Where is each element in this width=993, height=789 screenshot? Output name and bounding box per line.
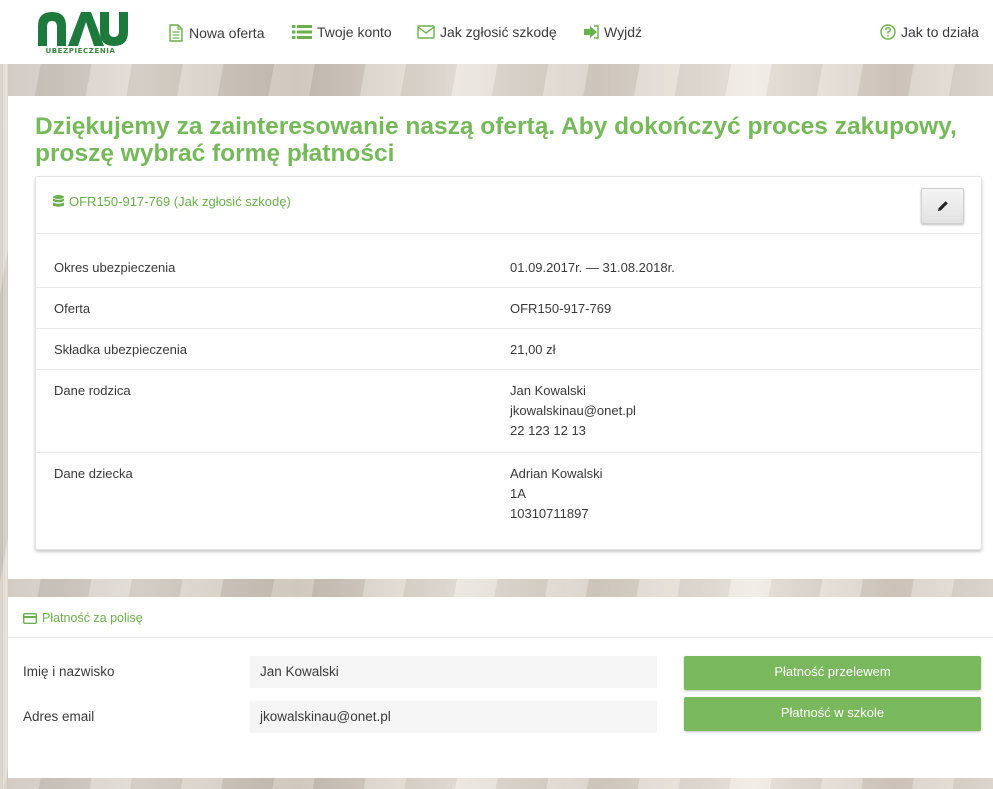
row-value: 21,00 zł (510, 340, 556, 360)
brand-wordmark: UBEZPIECZENIA (45, 47, 116, 55)
divider (8, 637, 993, 638)
database-icon (53, 195, 64, 207)
row-value: Jan Kowalski jkowalskinau@onet.pl 22 123… (510, 381, 636, 441)
envelope-icon (417, 25, 435, 39)
pay-by-transfer-button[interactable]: Płatność przelewem (684, 656, 981, 690)
email-field[interactable]: jkowalskinau@onet.pl (250, 701, 657, 733)
nav-new-offer-label: Nowa oferta (189, 25, 265, 41)
offer-card-header: OFR150-917-769 (Jak zgłosić szkodę) (53, 194, 291, 209)
background-photo (0, 778, 993, 789)
brand-logo[interactable]: UBEZPIECZENIA (33, 8, 128, 58)
nav-how-it-works[interactable]: Jak to działa (880, 24, 979, 40)
logo-mark-icon (38, 12, 128, 46)
name-field[interactable]: Jan Kowalski (250, 656, 657, 688)
nav-new-offer[interactable]: Nowa oferta (168, 24, 264, 42)
page-title: Dziękujemy za zainteresowanie naszą ofer… (35, 113, 957, 167)
row-value: OFR150-917-769 (510, 299, 611, 319)
credit-card-icon (23, 612, 37, 624)
row-value-line: 10310711897 (510, 506, 589, 521)
row-value: 01.09.2017r. — 31.08.2018r. (510, 258, 675, 278)
edit-offer-button[interactable] (921, 188, 964, 224)
row-value-line: jkowalskinau@onet.pl (510, 403, 636, 418)
nav-account-label: Twoje konto (317, 24, 392, 40)
payment-panel-header: Płatność za polisę (23, 611, 143, 625)
row-value-line: 21,00 zł (510, 342, 556, 357)
document-icon (169, 24, 183, 42)
nav-how-it-works-label: Jak to działa (901, 24, 979, 40)
email-label: Adres email (23, 709, 95, 724)
name-label: Imię i nazwisko (23, 664, 115, 679)
nav-logout[interactable]: Wyjdź (583, 24, 642, 40)
row-label: Okres ubezpieczenia (54, 260, 176, 275)
offer-details-table: Okres ubezpieczenia 01.09.2017r. — 31.08… (36, 233, 981, 543)
sign-out-icon (584, 25, 599, 39)
nav-report-claim-label: Jak zgłosić szkodę (440, 24, 557, 40)
background-photo (0, 64, 993, 96)
background-photo (0, 64, 8, 789)
row-value-line: Adrian Kowalski (510, 466, 603, 481)
row-value: Adrian Kowalski 1A 10310711897 (510, 464, 603, 524)
row-label: Składka ubezpieczenia (54, 342, 187, 357)
top-navigation: UBEZPIECZENIA Nowa oferta Twoje konto Ja… (0, 0, 993, 64)
row-label: Oferta (54, 301, 91, 316)
row-label: Dane rodzica (54, 383, 131, 398)
row-value-line: Jan Kowalski (510, 383, 586, 398)
question-circle-icon (880, 24, 896, 40)
row-label: Dane dziecka (54, 466, 133, 481)
table-row: Okres ubezpieczenia 01.09.2017r. — 31.08… (36, 233, 981, 287)
table-row: Dane dziecka Adrian Kowalski 1A 10310711… (36, 452, 981, 543)
table-row: Dane rodzica Jan Kowalski jkowalskinau@o… (36, 369, 981, 452)
list-icon (292, 25, 312, 39)
row-value-line: 22 123 12 13 (510, 423, 586, 438)
background-photo (0, 579, 993, 597)
table-row: Składka ubezpieczenia 21,00 zł (36, 328, 981, 369)
offer-card-title: OFR150-917-769 (Jak zgłosić szkodę) (69, 194, 291, 209)
row-value-line: OFR150-917-769 (510, 301, 612, 316)
table-row: Oferta OFR150-917-769 (36, 287, 981, 328)
offer-card: OFR150-917-769 (Jak zgłosić szkodę) Okre… (35, 176, 982, 550)
row-value-line: 1A (510, 486, 526, 501)
nav-report-claim[interactable]: Jak zgłosić szkodę (417, 24, 557, 40)
payment-panel-title: Płatność za polisę (42, 611, 143, 625)
pay-at-school-button[interactable]: Płatność w szkole (684, 697, 981, 731)
nav-account[interactable]: Twoje konto (292, 24, 392, 40)
row-value-line: 01.09.2017r. — 31.08.2018r. (510, 260, 675, 275)
nav-logout-label: Wyjdź (604, 24, 642, 40)
pencil-icon (937, 201, 948, 211)
